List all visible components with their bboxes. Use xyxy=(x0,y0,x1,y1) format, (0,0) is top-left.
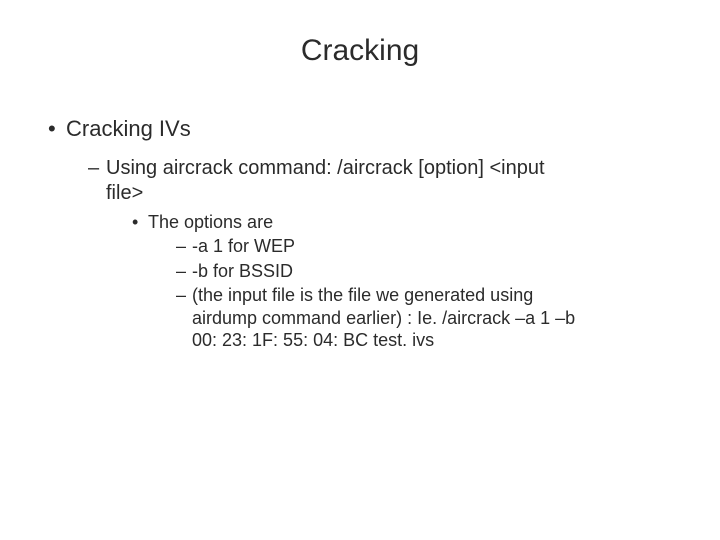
l4-2-line2: airdump command earlier) : Ie. /aircrack… xyxy=(192,307,680,330)
bullet-l1: •Cracking IVs xyxy=(48,116,680,142)
slide-title: Cracking xyxy=(40,34,680,68)
l2-line2: file> xyxy=(106,181,680,206)
bullet-l4-item-0: –-a 1 for WEP xyxy=(176,235,680,258)
bullet-dot-icon: • xyxy=(48,116,66,142)
l4-1-line1: -b for BSSID xyxy=(192,261,293,281)
dash-icon: – xyxy=(176,284,192,307)
dash-icon: – xyxy=(176,260,192,283)
l2-line1: Using aircrack command: /aircrack [optio… xyxy=(106,157,545,179)
l4-2-line1: (the input file is the file we generated… xyxy=(192,285,533,305)
l1-text: Cracking IVs xyxy=(66,116,191,141)
dash-icon: – xyxy=(176,235,192,258)
l4-2-line3: 00: 23: 1F: 55: 04: BC test. ivs xyxy=(192,329,680,352)
bullet-l2: –Using aircrack command: /aircrack [opti… xyxy=(88,156,680,181)
bullet-dot-icon: • xyxy=(132,212,148,233)
l4-0-line1: -a 1 for WEP xyxy=(192,236,295,256)
bullet-l4-item-2: –(the input file is the file we generate… xyxy=(176,284,680,307)
bullet-l4-item-1: –-b for BSSID xyxy=(176,260,680,283)
l3-text: The options are xyxy=(148,212,273,232)
bullet-l3: •The options are xyxy=(132,212,680,233)
dash-icon: – xyxy=(88,156,106,181)
